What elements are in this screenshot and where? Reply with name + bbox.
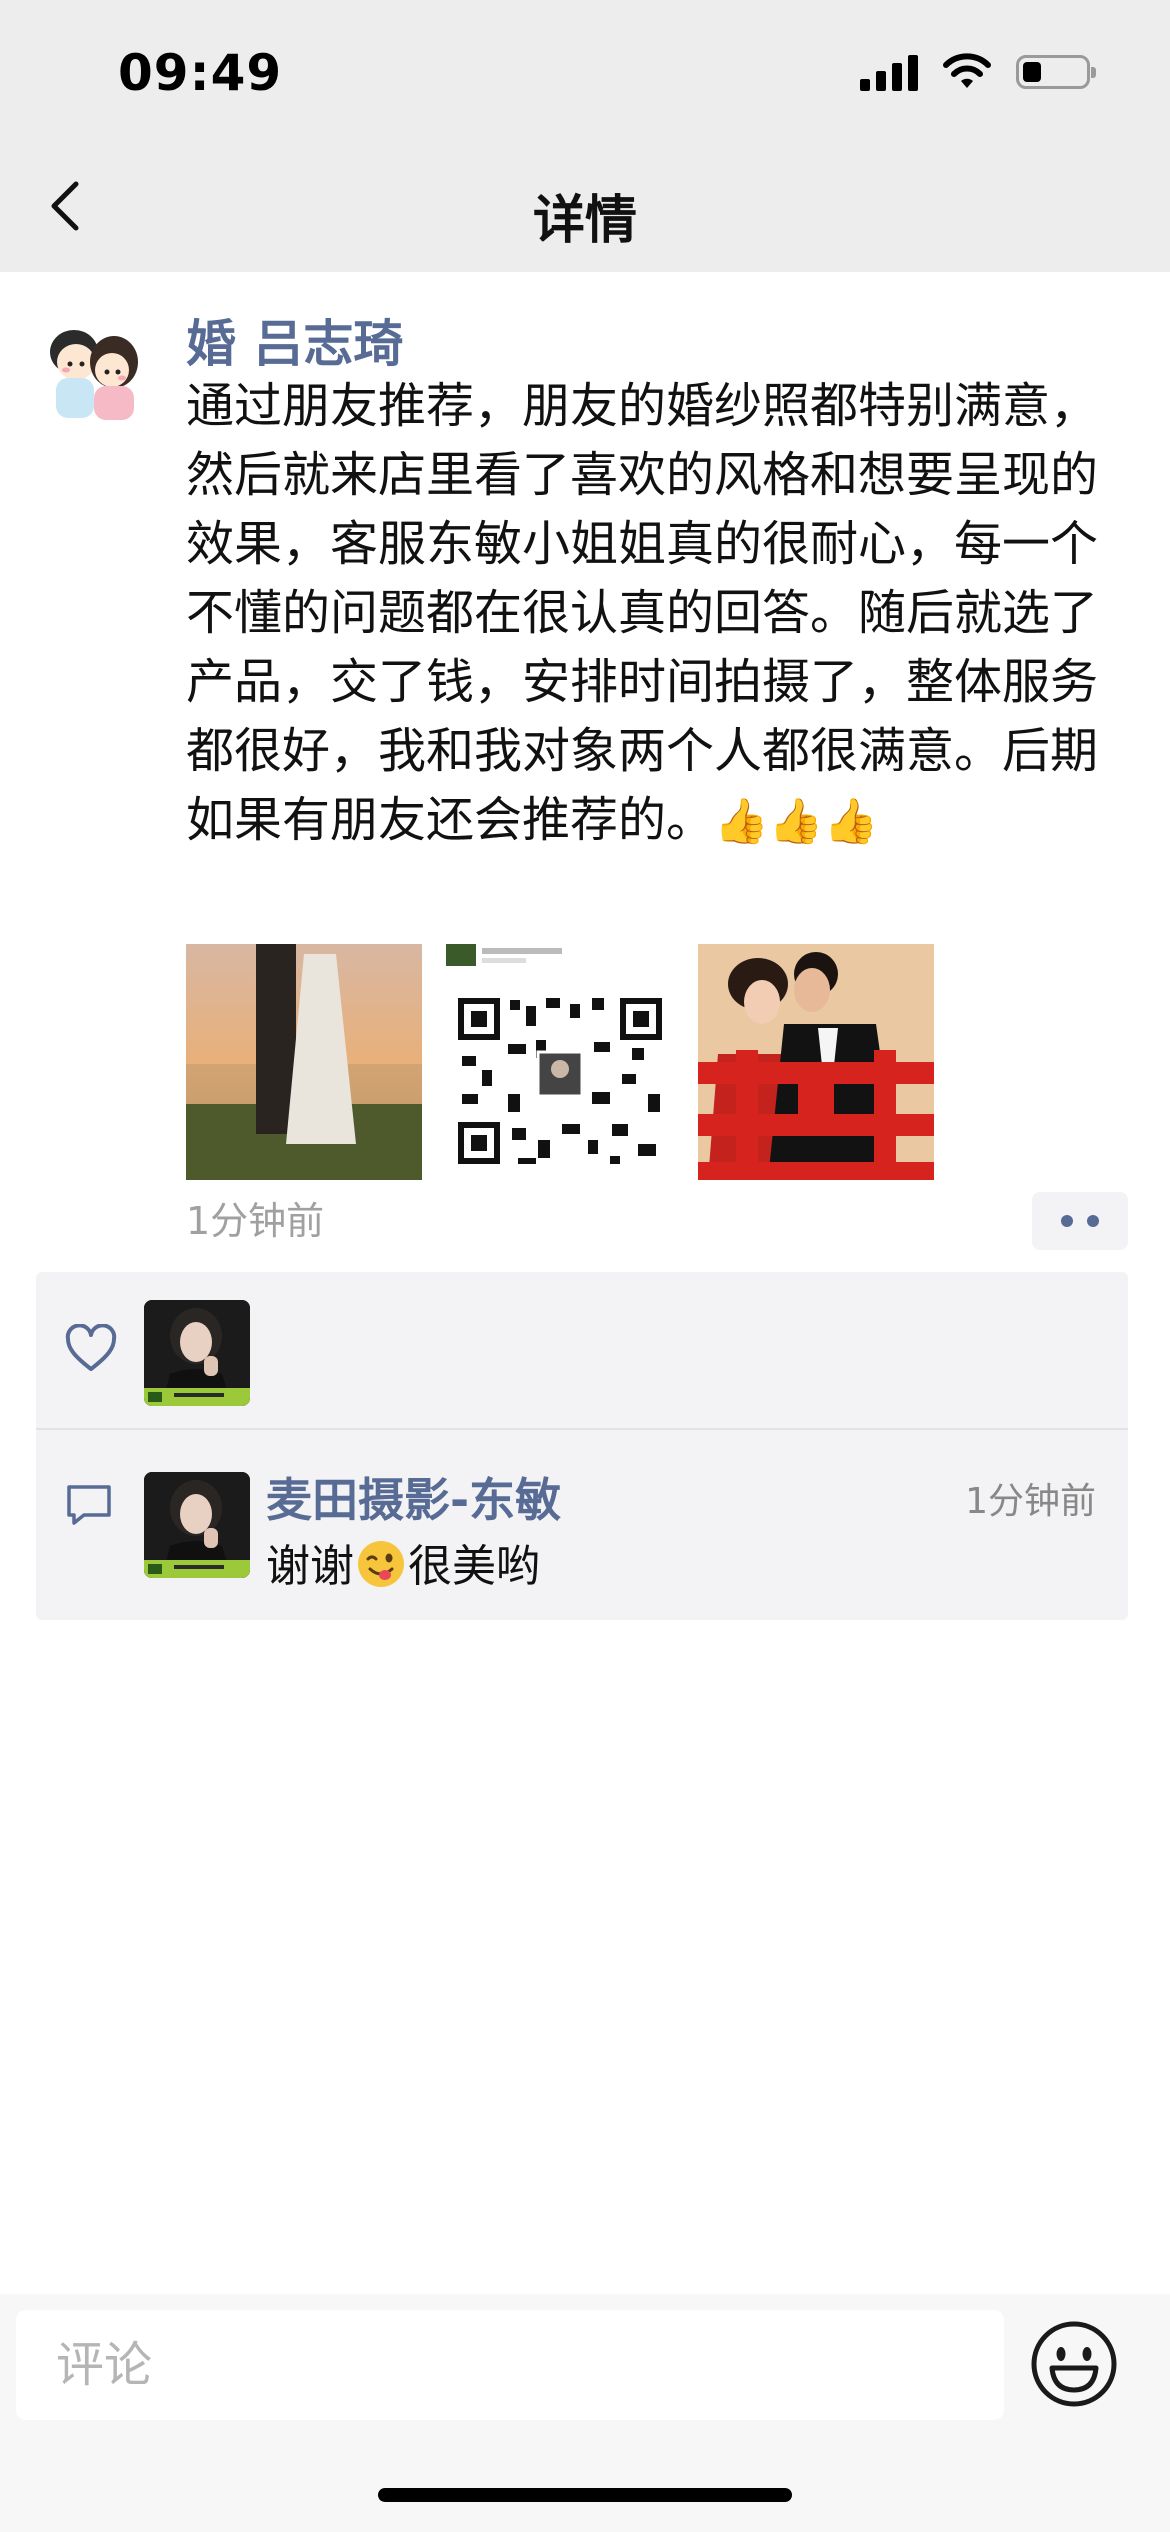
chinese-wedding-photo [698, 944, 934, 1180]
commenter-avatar[interactable] [144, 1472, 250, 1578]
comment-timestamp: 1分钟前 [965, 1481, 1096, 1522]
home-indicator[interactable] [378, 2488, 792, 2502]
sunset-couple-photo [186, 944, 422, 1180]
comment-text[interactable]: 谢谢 很美哟 [266, 1530, 540, 1594]
dot-icon [1061, 1215, 1073, 1227]
dot-icon [1087, 1215, 1099, 1227]
cellular-signal-icon [860, 53, 918, 91]
liker-avatar[interactable] [144, 1300, 250, 1406]
heart-icon [65, 1324, 117, 1371]
likes-row [36, 1272, 1128, 1430]
post-timestamp: 1分钟前 [186, 1199, 325, 1243]
comment-text-part: 很美哟 [408, 1541, 540, 1592]
page-title: 详情 [532, 191, 637, 251]
comment-input-bar [0, 2294, 1170, 2532]
woman-portrait-avatar [144, 1472, 250, 1578]
thumbs-up-emojis: 👍👍👍 [714, 796, 879, 847]
post-text: 通过朋友推荐，朋友的婚纱照都特别满意，然后就来店里看了喜欢的风格和想要呈现的效果… [186, 372, 1126, 856]
status-icons [860, 52, 1096, 92]
wifi-icon [943, 53, 991, 88]
qr-code-image [442, 944, 678, 1180]
cartoon-couple-avatar-image [38, 312, 152, 426]
comment-bubble-icon [67, 1485, 111, 1525]
battery-icon [1016, 55, 1096, 89]
comment-input[interactable] [16, 2310, 1004, 2420]
woman-portrait-avatar [144, 1300, 250, 1406]
author-avatar[interactable] [38, 312, 152, 426]
nav-bar: 详情 [0, 140, 1170, 272]
author-name[interactable]: 婚 吕志琦 [186, 304, 403, 376]
post-images [186, 944, 934, 1180]
likes-comments-panel: 麦田摄影-东敏 1分钟前 谢谢 很美哟 [36, 1272, 1128, 1620]
commenter-name[interactable]: 麦田摄影-东敏 [266, 1464, 561, 1530]
wink-tongue-emoji-icon [358, 1541, 404, 1587]
post-image-3[interactable] [698, 944, 934, 1180]
post-image-1[interactable] [186, 944, 422, 1180]
post-image-2[interactable] [442, 944, 678, 1180]
post-body: 通过朋友推荐，朋友的婚纱照都特别满意，然后就来店里看了喜欢的风格和想要呈现的效果… [186, 378, 1099, 848]
status-bar: 09:49 [0, 0, 1170, 140]
more-actions-button[interactable] [1032, 1192, 1128, 1250]
emoji-button[interactable] [1026, 2316, 1122, 2412]
comment-text-part: 谢谢 [266, 1541, 354, 1592]
status-time: 09:49 [118, 44, 283, 102]
